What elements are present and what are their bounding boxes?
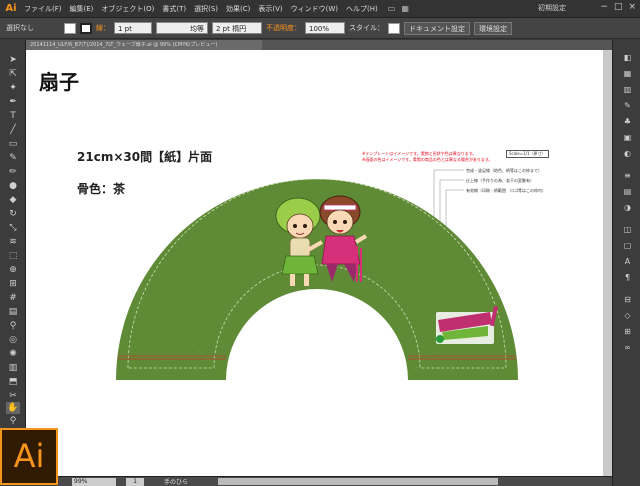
menu-bar: Ai ファイル(F) 編集(E) オブジェクト(O) 書式(T) 選択(S) 効… bbox=[0, 0, 640, 18]
magic-wand-icon[interactable]: ✦ bbox=[6, 82, 20, 94]
app-logo: Ai bbox=[5, 2, 17, 14]
close-icon[interactable]: × bbox=[628, 2, 636, 12]
document-setup-button[interactable]: ドキュメント設定 bbox=[404, 21, 470, 35]
bridge-icon[interactable]: ▭ bbox=[388, 4, 396, 13]
appearance-icon[interactable]: ◐ bbox=[621, 148, 634, 160]
stroke-swatch[interactable] bbox=[80, 22, 92, 34]
menu-window[interactable]: ウィンドウ(W) bbox=[287, 4, 342, 14]
workspace-switcher[interactable]: 初期設定 bbox=[538, 3, 566, 13]
free-transform-icon[interactable]: ⬚ bbox=[6, 250, 20, 262]
menu-view[interactable]: 表示(V) bbox=[254, 4, 286, 14]
color-panel-icon[interactable]: ◧ bbox=[621, 52, 634, 64]
minimize-icon[interactable]: − bbox=[600, 2, 608, 12]
transparency-icon[interactable]: ◑ bbox=[621, 202, 634, 214]
fill-swatch[interactable] bbox=[64, 22, 76, 34]
selection-tool-icon[interactable]: ➤ bbox=[6, 54, 20, 66]
paragraph-icon[interactable]: ¶ bbox=[621, 272, 634, 284]
brushes-icon[interactable]: ✎ bbox=[621, 100, 634, 112]
horizontal-scrollbar[interactable] bbox=[218, 478, 499, 485]
zoom-tool-icon[interactable]: ⚲ bbox=[6, 415, 20, 427]
blob-brush-icon[interactable]: ● bbox=[6, 180, 20, 192]
brush-definition[interactable]: 2 pt 楕円 bbox=[212, 22, 262, 34]
blend-tool-icon[interactable]: ◎ bbox=[6, 334, 20, 346]
transform-icon[interactable]: ⊞ bbox=[621, 326, 634, 338]
layers-icon[interactable]: ◫ bbox=[621, 224, 634, 236]
menu-help[interactable]: ヘルプ(H) bbox=[342, 4, 382, 14]
stroke-label[interactable]: 線： bbox=[96, 23, 110, 33]
scale-tool-icon[interactable]: ⤡ bbox=[6, 222, 20, 234]
window-controls: − □ × bbox=[600, 2, 636, 12]
preferences-button[interactable]: 環境設定 bbox=[474, 21, 512, 35]
eyedropper-icon[interactable]: ⚲ bbox=[6, 320, 20, 332]
document-tab[interactable]: 20141114_ULF/6_B7(T)/2014_7LT_ウェーブ扇子.ai … bbox=[26, 40, 262, 50]
opacity-field[interactable]: 100% bbox=[305, 22, 345, 34]
graphic-styles-icon[interactable]: ▣ bbox=[621, 132, 634, 144]
pen-tool-icon[interactable]: ✒ bbox=[6, 96, 20, 108]
symbols-icon[interactable]: ♣ bbox=[621, 116, 634, 128]
illustrator-logo: Ai bbox=[0, 428, 58, 485]
menu-edit[interactable]: 編集(E) bbox=[66, 4, 98, 14]
style-swatch[interactable] bbox=[388, 22, 400, 34]
gradient-tool-icon[interactable]: ▤ bbox=[6, 306, 20, 318]
status-bar: 99% 1 手のひら bbox=[58, 476, 612, 486]
zoom-field[interactable]: 99% bbox=[72, 477, 116, 486]
rotate-tool-icon[interactable]: ↻ bbox=[6, 208, 20, 220]
tools-panel: ➤ ⇱ ✦ ✒ T ╱ ▭ ✎ ✏ ● ◆ ↻ ⤡ ≋ ⬚ ⊕ ⊞ # ▤ ⚲ … bbox=[0, 40, 26, 468]
artboard[interactable]: 扇子 21cm×30間【紙】片面 骨色：茶 ※テンプレートはイメージです。実物と… bbox=[26, 50, 612, 476]
links-icon[interactable]: ∞ bbox=[621, 342, 634, 354]
color-guide-icon[interactable]: ▦ bbox=[621, 68, 634, 80]
vertical-scrollbar[interactable] bbox=[603, 50, 612, 476]
menu-type[interactable]: 書式(T) bbox=[158, 4, 190, 14]
paintbrush-icon[interactable]: ✎ bbox=[6, 152, 20, 164]
pathfinder-icon[interactable]: ◇ bbox=[621, 310, 634, 322]
menu-extras: ▭ ▦ bbox=[388, 4, 409, 13]
line-tool-icon[interactable]: ╱ bbox=[6, 124, 20, 136]
align-icon[interactable]: ⊟ bbox=[621, 294, 634, 306]
slice-tool-icon[interactable]: ✂ bbox=[6, 390, 20, 402]
stroke-profile-label: 均等 bbox=[190, 25, 204, 33]
type-tool-icon[interactable]: T bbox=[6, 110, 20, 122]
perspective-grid-icon[interactable]: ⊞ bbox=[6, 278, 20, 290]
stroke-profile[interactable]: 均等 bbox=[156, 22, 208, 34]
gradient-panel-icon[interactable]: ▤ bbox=[621, 186, 634, 198]
opacity-label[interactable]: 不透明度： bbox=[266, 23, 301, 33]
stroke-panel-icon[interactable]: ≡ bbox=[621, 170, 634, 182]
rectangle-tool-icon[interactable]: ▭ bbox=[6, 138, 20, 150]
shape-builder-icon[interactable]: ⊕ bbox=[6, 264, 20, 276]
artboard-tool-icon[interactable]: ⬒ bbox=[6, 376, 20, 388]
menu-effect[interactable]: 効果(C) bbox=[222, 4, 254, 14]
symbol-sprayer-icon[interactable]: ✺ bbox=[6, 348, 20, 360]
direct-selection-tool-icon[interactable]: ⇱ bbox=[6, 68, 20, 80]
panel-dock: ◧ ▦ ▥ ✎ ♣ ▣ ◐ ≡ ▤ ◑ ◫ ▢ A ¶ ⊟ ◇ ⊞ ∞ bbox=[612, 40, 640, 486]
character-icon[interactable]: A bbox=[621, 256, 634, 268]
menu-select[interactable]: 選択(S) bbox=[190, 4, 222, 14]
artboard-navigator[interactable]: 1 bbox=[126, 477, 144, 486]
stroke-weight-field[interactable]: 1 pt bbox=[114, 22, 152, 34]
control-bar: 選択なし 線： 1 pt 均等 2 pt 楕円 不透明度： 100% スタイル：… bbox=[0, 18, 640, 39]
selection-status: 選択なし bbox=[6, 24, 34, 32]
document-tab-bar: 20141114_ULF/6_B7(T)/2014_7LT_ウェーブ扇子.ai … bbox=[26, 40, 612, 50]
maximize-icon[interactable]: □ bbox=[614, 2, 623, 12]
fan-artwork bbox=[116, 169, 518, 380]
pencil-icon[interactable]: ✏ bbox=[6, 166, 20, 178]
swatches-icon[interactable]: ▥ bbox=[621, 84, 634, 96]
eraser-icon[interactable]: ◆ bbox=[6, 194, 20, 206]
arrange-icon[interactable]: ▦ bbox=[401, 4, 409, 13]
graph-tool-icon[interactable]: ▥ bbox=[6, 362, 20, 374]
menu-file[interactable]: ファイル(F) bbox=[20, 4, 66, 14]
style-label: スタイル： bbox=[349, 24, 384, 32]
hand-tool-icon[interactable]: ✋ bbox=[6, 402, 20, 414]
menu-object[interactable]: オブジェクト(O) bbox=[97, 4, 158, 14]
mesh-tool-icon[interactable]: # bbox=[6, 292, 20, 304]
artboards-icon[interactable]: ▢ bbox=[621, 240, 634, 252]
current-tool-status: 手のひら bbox=[164, 479, 189, 486]
width-tool-icon[interactable]: ≋ bbox=[6, 236, 20, 248]
